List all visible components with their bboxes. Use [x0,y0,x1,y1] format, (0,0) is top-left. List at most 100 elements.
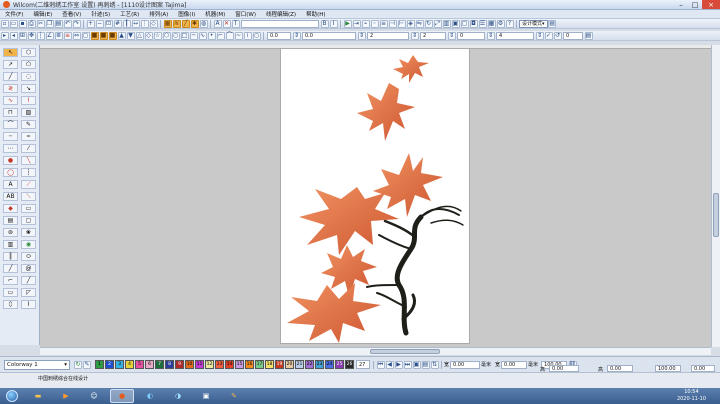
hatch-tool-icon[interactable]: ▥ [3,240,18,249]
italic-icon[interactable]: I [329,19,338,28]
color-block2-icon[interactable]: ■ [99,31,108,40]
color-swatch[interactable]: 23 [315,360,324,369]
new-file-icon[interactable]: ▫ [0,19,9,28]
bars-tool-icon[interactable]: ║ [3,252,18,261]
nav-last-icon[interactable]: ⏭ [403,360,412,369]
polygon-tool-icon[interactable]: ⬠ [21,60,36,69]
line-icon[interactable]: ─ [189,31,198,40]
edge-browser-icon[interactable]: ◑ [166,389,190,403]
square-icon[interactable]: □ [180,31,189,40]
shape-tool-icon[interactable]: ⬡ [21,48,36,57]
pull-comp-icon[interactable]: ⇔ [72,31,81,40]
scale-icon[interactable]: ⤢ [433,19,442,28]
slash-tool-icon[interactable]: ╱ [21,276,36,285]
maximize-button[interactable]: □ [688,0,702,9]
h-field[interactable]: 0.00 [607,365,633,372]
reshape-object-icon[interactable]: ◂ [9,31,18,40]
join-icon[interactable]: ⊢ [397,19,406,28]
wedge-tool-icon[interactable]: ◸ [21,288,36,297]
grid-icon[interactable]: # [113,19,122,28]
paste-icon[interactable]: ▤ [54,19,63,28]
tolerance-field[interactable]: 0 [563,31,583,40]
satin-stitch-icon[interactable]: ≋ [172,19,181,28]
tie-icon[interactable]: ◦ [370,19,379,28]
menu-craft[interactable]: 工艺(R) [115,10,144,18]
menu-edit[interactable]: 编辑(E) [28,10,57,18]
node-icon[interactable]: • [207,31,216,40]
count-spin-icon[interactable]: ⇕ [410,31,419,40]
select-object-icon[interactable]: ▸ [0,31,9,40]
diamond-tool-icon[interactable]: ◆ [3,204,18,213]
count-field[interactable]: 2 [367,31,409,40]
design-paper[interactable] [280,48,470,344]
menu-view[interactable]: 查看(V) [57,10,86,18]
triple-run-tool-icon[interactable]: ┅ [21,132,36,141]
menu-file[interactable]: 文件(F) [0,10,28,18]
needle-tool-icon[interactable]: ⟋ [21,180,36,189]
browser-icon[interactable]: ◐ [138,389,162,403]
diamond-icon[interactable]: ◇ [144,31,153,40]
open-folder-icon[interactable]: ▭ [9,19,18,28]
simulate-icon[interactable]: ▶ [343,19,352,28]
menu-window[interactable]: 窗口(W) [230,10,261,18]
bold-icon[interactable]: B [320,19,329,28]
sequence-icon[interactable]: ≡ [379,19,388,28]
lock-icon[interactable]: ◘ [469,19,478,28]
apply-icon[interactable]: ✓ [544,31,553,40]
angle-spin-icon[interactable]: ⇕ [535,31,544,40]
color-swatch[interactable]: 1 [95,360,104,369]
nav-prev-icon[interactable]: ◀ [385,360,394,369]
notes-app-icon[interactable]: ✎ [222,389,246,403]
color-swatch[interactable]: 15 [235,360,244,369]
align-icon[interactable]: ▥ [442,19,451,28]
color-swatch[interactable]: 26 [345,360,354,369]
color-swatch[interactable]: 3 [115,360,124,369]
stem-tool-icon[interactable]: ⁄ [21,144,36,153]
run-tool-icon[interactable]: ┄ [3,132,18,141]
w-field[interactable]: 0.00 [501,360,528,369]
mirror-icon[interactable]: ⇋ [415,19,424,28]
color-block-icon[interactable]: ■ [90,31,99,40]
menu-machine[interactable]: 机器(M) [200,10,230,18]
font-icon[interactable]: T [231,19,240,28]
color-swatch[interactable]: 2 [105,360,114,369]
layers-icon[interactable]: ☰ [478,19,487,28]
stamp-tool-icon[interactable]: ⊚ [3,228,18,237]
color-swatch[interactable]: 18 [265,360,274,369]
color-swatch[interactable]: 16 [245,360,254,369]
outline-view-icon[interactable]: ◇ [149,19,158,28]
media-player-icon[interactable]: ▶ [54,389,78,403]
pan-icon[interactable]: ✥ [27,31,36,40]
rotate-icon[interactable]: ↻ [424,19,433,28]
horizontal-scrollbar[interactable] [40,347,711,355]
print-icon[interactable]: ⎙ [27,19,36,28]
color-swatch[interactable]: 11 [195,360,204,369]
wilcom-app-icon[interactable]: ● [110,389,134,403]
offset-spin-icon[interactable]: ⇕ [486,31,495,40]
color-swatch[interactable]: 19 [275,360,284,369]
steps-tool-icon[interactable]: ⌐ [3,276,18,285]
font-select[interactable] [241,19,319,28]
color-block3-icon[interactable]: ■ [108,31,117,40]
design-mode-select[interactable]: 设计模式 ▾ [519,19,548,28]
reset-icon[interactable]: ↺ [553,31,562,40]
pointer-tool-icon[interactable]: ↖ [3,48,18,57]
zoom-in-icon[interactable]: + [86,19,95,28]
color-swatch[interactable]: 14 [225,360,234,369]
arrow-tool-icon[interactable]: ↘ [21,84,36,93]
color-swatch[interactable]: 9 [175,360,184,369]
fill-stitch-icon[interactable]: ▦ [163,19,172,28]
ring-tool-icon[interactable]: ◯ [3,168,18,177]
zigzag-tool-icon[interactable]: ≷ [3,84,18,93]
color-swatch[interactable]: 21 [295,360,304,369]
mode-settings-icon[interactable]: ▤ [548,19,557,28]
ellipse-tool-icon[interactable]: ⬯ [3,300,18,309]
zoom-box-icon[interactable]: ⊞ [18,31,27,40]
arrow-down-icon[interactable]: ▼ [126,31,135,40]
smooth-icon[interactable]: ~ [234,31,243,40]
zoom-out-icon[interactable]: − [95,19,104,28]
color-count-field[interactable]: 27 [356,360,370,369]
text-tool-icon[interactable]: A [3,180,18,189]
color-swatch[interactable]: 22 [305,360,314,369]
applique-tool-icon[interactable]: ▭ [21,204,36,213]
